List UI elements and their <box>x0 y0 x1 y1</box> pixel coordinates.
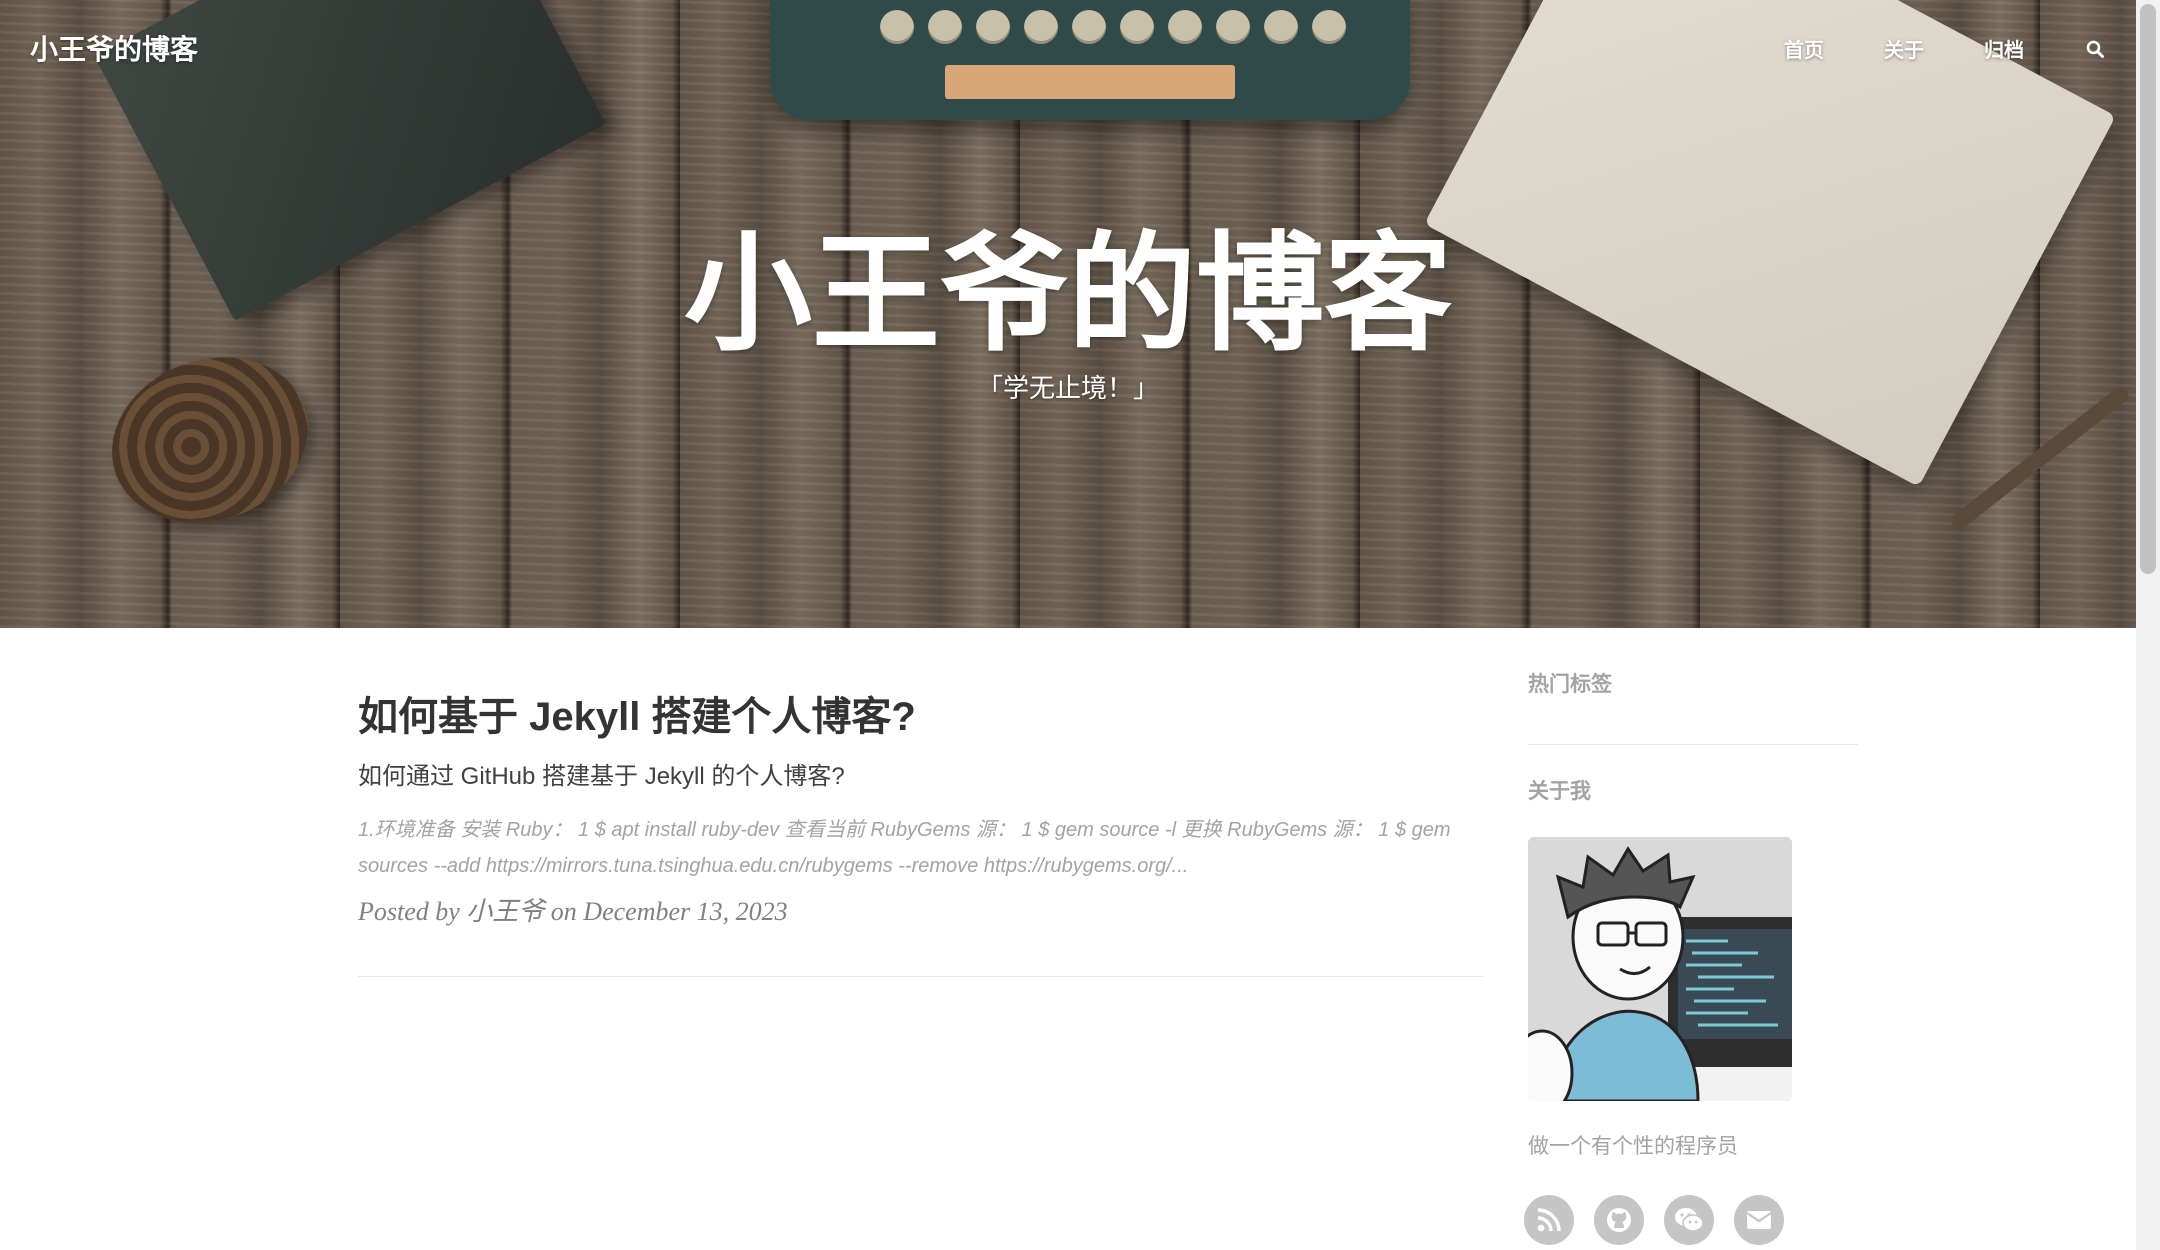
nav-link-about[interactable]: 关于 <box>1884 34 1924 63</box>
nav-link-home[interactable]: 首页 <box>1784 34 1824 63</box>
hero-header: 小王爷的博客 「学无止境！」 <box>0 0 2136 628</box>
post-divider <box>358 976 1483 977</box>
avatar <box>1528 837 1792 1101</box>
github-icon[interactable] <box>1594 1195 1644 1245</box>
about-me-text: 做一个有个性的程序员 <box>1528 1134 1738 1158</box>
post-subtitle[interactable]: 如何通过 GitHub 搭建基于 Jekyll 的个人博客? <box>358 760 1483 794</box>
scrollbar[interactable] <box>2136 0 2160 1250</box>
envelope-icon[interactable] <box>1734 1195 1784 1245</box>
post-preview: 如何基于 Jekyll 搭建个人博客? 如何通过 GitHub 搭建基于 Jek… <box>358 690 1483 930</box>
nav-links: 首页 关于 归档 <box>1724 34 2106 63</box>
hero-title: 小王爷的博客 <box>683 223 1452 366</box>
about-me-heading: 关于我 <box>1528 779 1591 803</box>
hero-subtitle: 「学无止境！」 <box>976 374 1159 404</box>
post-title-link[interactable]: 如何基于 Jekyll 搭建个人博客? <box>358 690 1483 744</box>
rss-icon[interactable] <box>1524 1195 1574 1245</box>
post-meta: Posted by 小王爷 on December 13, 2023 <box>358 897 788 926</box>
sidebar: 热门标签 关于我 做一个有个性的程序员 <box>1524 668 1858 1245</box>
wechat-icon[interactable] <box>1664 1195 1714 1245</box>
sidebar-divider <box>1528 744 1858 745</box>
scrollbar-thumb[interactable] <box>2140 4 2156 574</box>
post-excerpt[interactable]: 1.环境准备 安装 Ruby： 1 $ apt install ruby-dev… <box>358 812 1483 884</box>
social-links <box>1524 1195 1858 1245</box>
search-icon[interactable] <box>2084 38 2106 60</box>
brand-link[interactable]: 小王爷的博客 <box>30 28 198 68</box>
navbar: 小王爷的博客 首页 关于 归档 <box>0 0 2136 94</box>
nav-link-archive[interactable]: 归档 <box>1984 34 2024 63</box>
hot-tags-heading: 热门标签 <box>1528 672 1612 696</box>
page: 小王爷的博客 「学无止境！」 小王爷的博客 首页 关于 归档 如何基于 Jeky… <box>0 0 2160 1250</box>
